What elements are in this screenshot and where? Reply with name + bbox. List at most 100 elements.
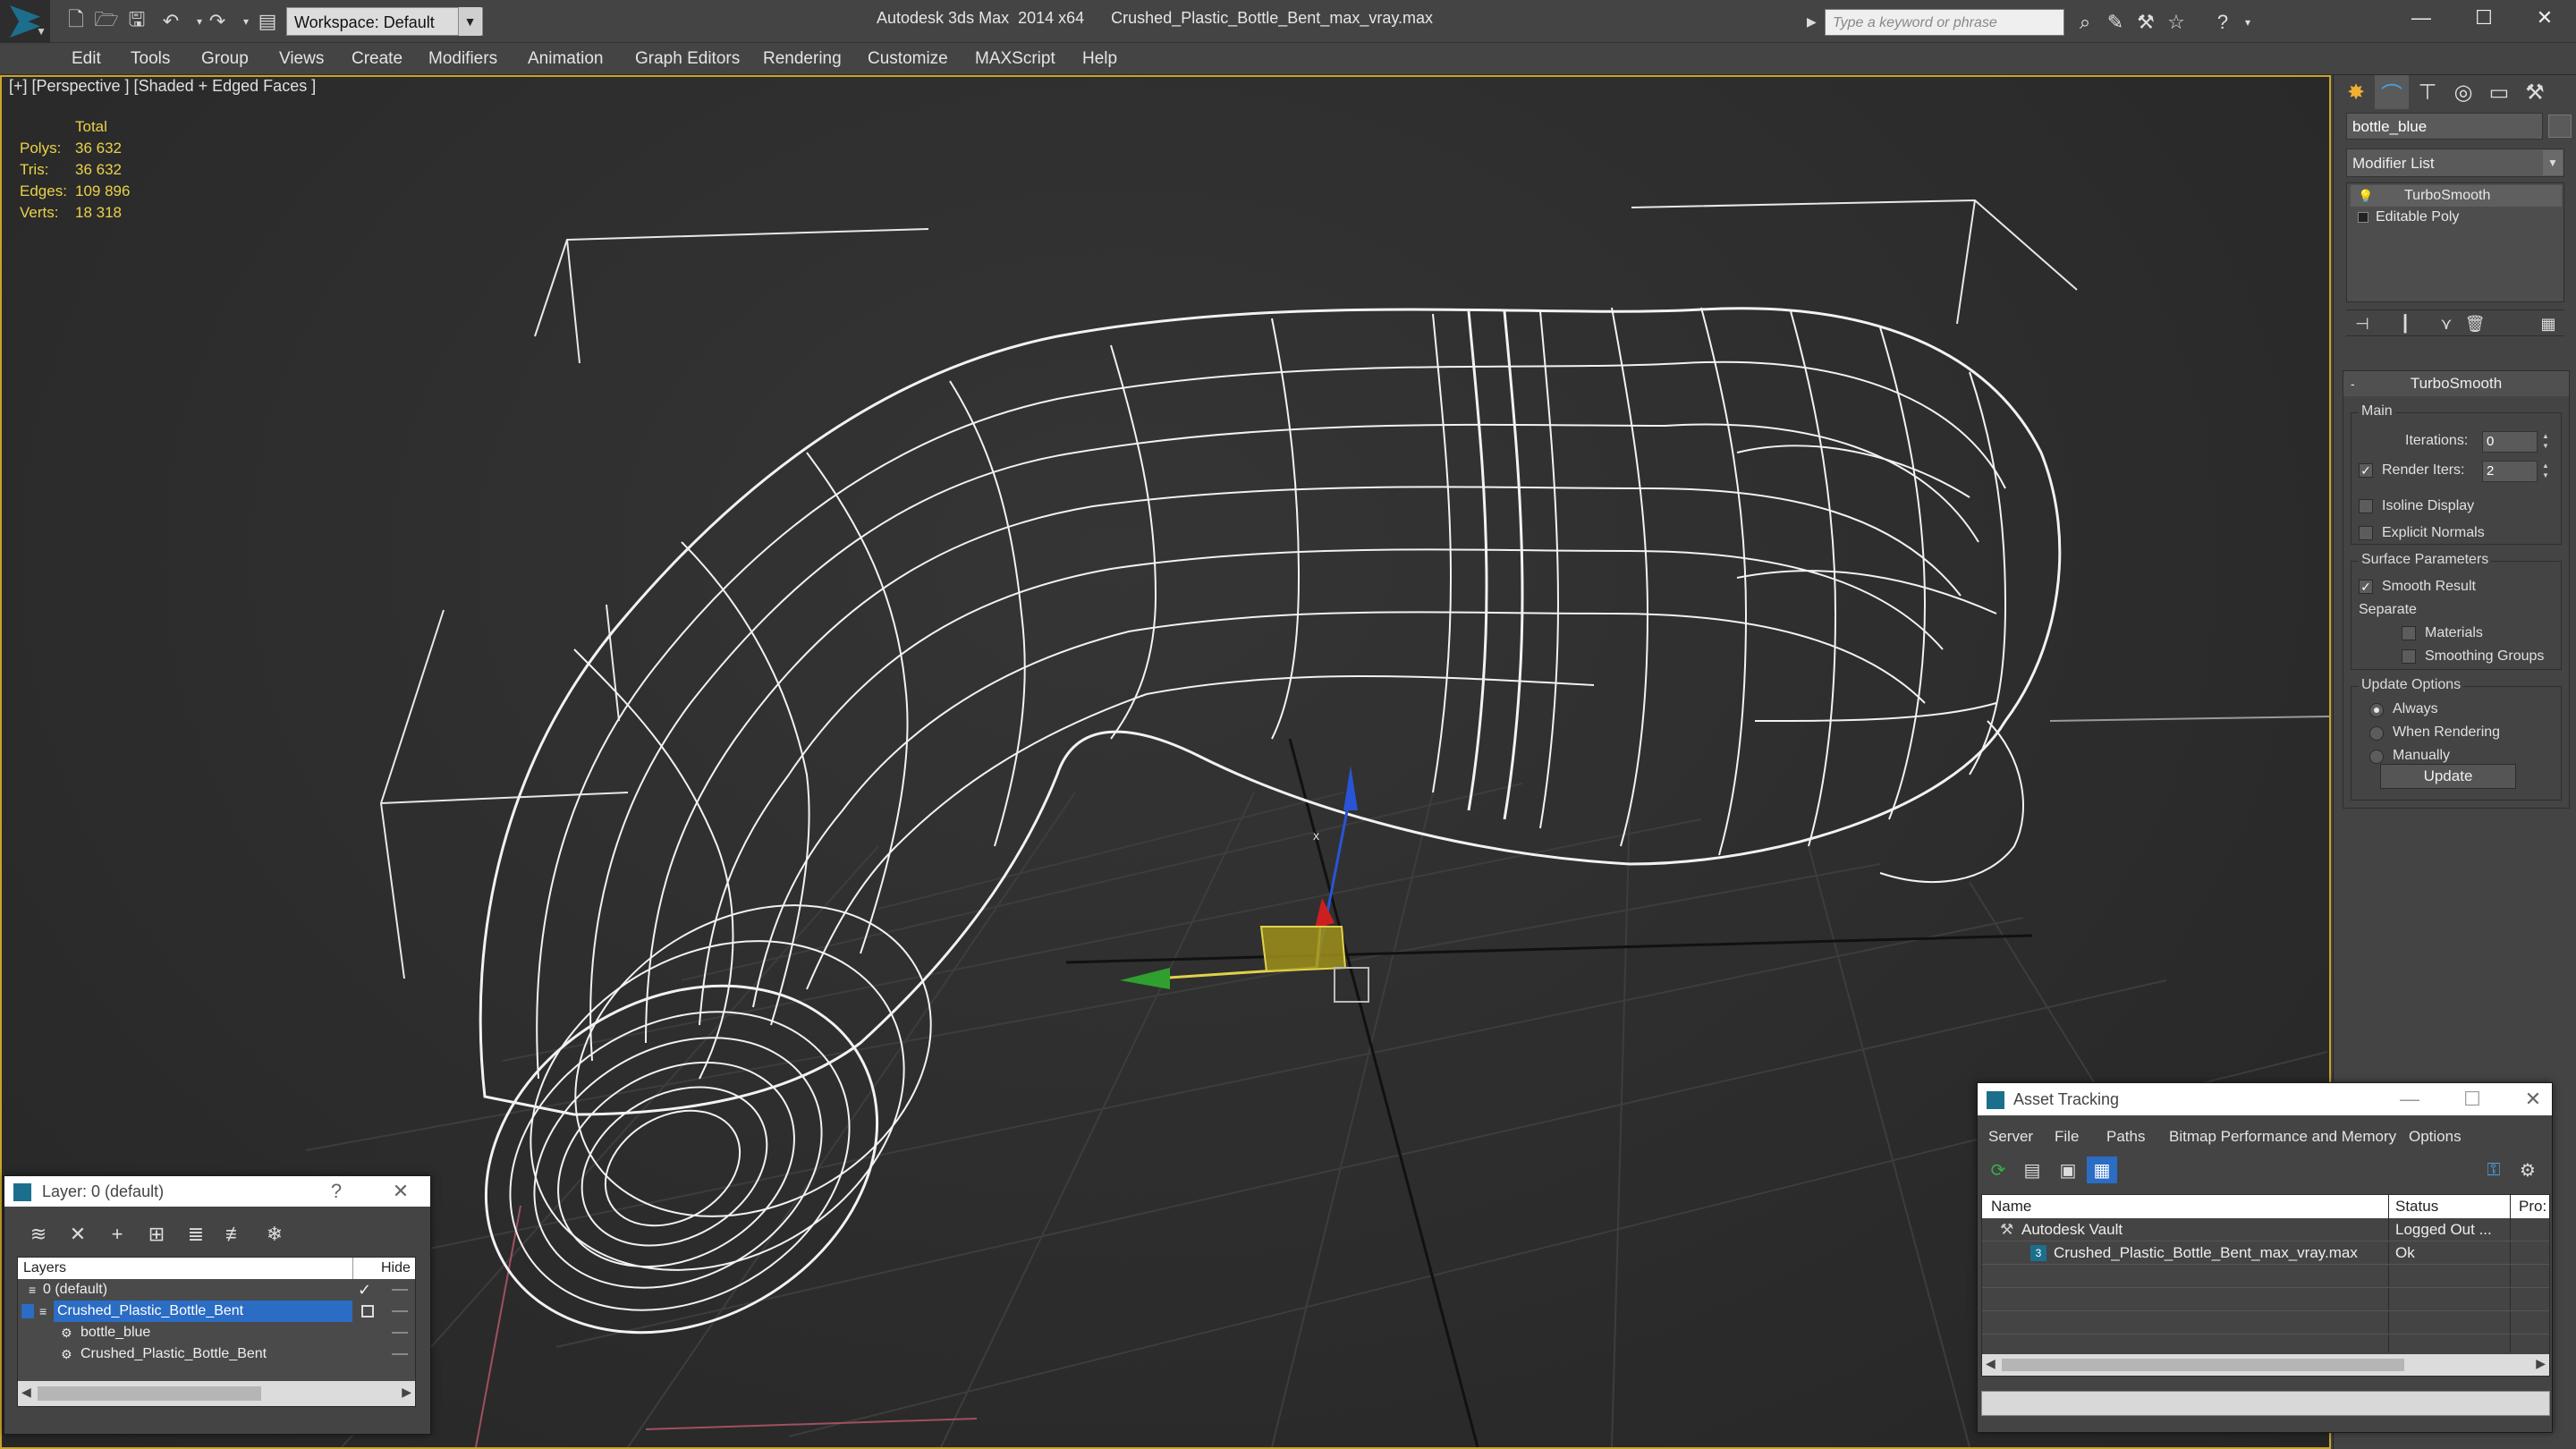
update-manually-radio[interactable]: [2369, 750, 2384, 764]
lightbulb-icon[interactable]: 💡: [2358, 185, 2373, 207]
communication-center-icon[interactable]: ✎: [2102, 10, 2129, 35]
render-iters-checkbox[interactable]: ✓: [2359, 463, 2373, 478]
layer-row[interactable]: ⚙ Crushed_Plastic_Bottle_Bent: [18, 1343, 415, 1365]
hide-toggle[interactable]: [392, 1353, 408, 1355]
app-logo-button[interactable]: ▼: [0, 0, 50, 43]
layer-row[interactable]: ≡ Crushed_Plastic_Bottle_Bent: [18, 1301, 415, 1322]
col-status[interactable]: Status: [2395, 1195, 2438, 1218]
configure-modifier-sets-icon[interactable]: ▦: [2536, 312, 2561, 335]
menu-views[interactable]: Views: [279, 43, 324, 75]
spinner-arrows-icon[interactable]: ▲ ▼: [2539, 461, 2552, 482]
search-input[interactable]: Type a keyword or phrase: [1825, 9, 2064, 36]
motion-tab-icon[interactable]: ◎: [2446, 75, 2480, 109]
asset-menu-bitmap-performance[interactable]: Bitmap Performance and Memory: [2169, 1128, 2396, 1146]
chevron-left-icon[interactable]: ◀: [21, 1385, 31, 1400]
asset-menu-file[interactable]: File: [2055, 1128, 2079, 1146]
make-unique-icon[interactable]: ⋎: [2434, 312, 2459, 335]
chevron-right-icon[interactable]: ▶: [1807, 14, 1817, 30]
maximize-button[interactable]: ☐: [2453, 0, 2515, 36]
show-end-result-icon[interactable]: ┃: [2393, 312, 2418, 335]
menu-help[interactable]: Help: [1082, 43, 1117, 75]
chevron-left-icon[interactable]: ◀: [1986, 1356, 1996, 1371]
help-dropdown-icon[interactable]: ▾: [2234, 10, 2261, 35]
freeze-all-layers-icon[interactable]: ❄: [260, 1221, 289, 1248]
hide-toggle[interactable]: [392, 1332, 408, 1334]
expand-box-icon[interactable]: [2358, 212, 2368, 223]
close-icon[interactable]: ✕: [387, 1178, 414, 1205]
hide-all-layers-icon[interactable]: ≢: [221, 1221, 250, 1248]
menu-customize[interactable]: Customize: [868, 43, 948, 75]
table-view-icon[interactable]: ▦: [2087, 1157, 2117, 1183]
iterations-spinner[interactable]: 0: [2482, 431, 2538, 453]
pin-stack-icon[interactable]: ⊣: [2350, 312, 2375, 335]
update-always-radio[interactable]: [2369, 703, 2384, 717]
close-button[interactable]: ✕: [2513, 0, 2576, 36]
rollout-header[interactable]: - TurboSmooth: [2343, 371, 2569, 396]
close-icon[interactable]: ✕: [2520, 1086, 2546, 1113]
collapse-icon[interactable]: -: [2351, 371, 2355, 396]
chevron-down-icon[interactable]: ▼: [2543, 150, 2563, 175]
create-layer-icon[interactable]: ≋: [24, 1221, 53, 1248]
thumbnail-view-icon[interactable]: ▣: [2053, 1157, 2083, 1183]
select-objects-icon[interactable]: ⊞: [142, 1221, 171, 1248]
render-iters-spinner[interactable]: 2: [2482, 461, 2538, 482]
update-when-rendering-radio[interactable]: [2369, 726, 2384, 741]
binoculars-icon[interactable]: ⌕: [2072, 10, 2098, 35]
smoothing-groups-checkbox[interactable]: [2402, 649, 2416, 664]
menu-edit[interactable]: Edit: [72, 43, 101, 75]
object-color-swatch[interactable]: [2548, 114, 2572, 138]
isoline-display-checkbox[interactable]: [2359, 499, 2373, 513]
highlight-layer-icon[interactable]: ≣: [182, 1221, 210, 1248]
asset-row[interactable]: ⚒ Autodesk Vault Logged Out ...: [1982, 1218, 2549, 1241]
menu-graph-editors[interactable]: Graph Editors: [635, 43, 740, 75]
create-tab-icon[interactable]: ✸: [2339, 75, 2373, 109]
stack-item-editable-poly[interactable]: Editable Poly: [2351, 207, 2562, 228]
help-icon[interactable]: ?: [323, 1178, 350, 1205]
update-button[interactable]: Update: [2380, 764, 2516, 789]
asset-menu-server[interactable]: Server: [1988, 1128, 2033, 1146]
project-folder-icon[interactable]: ▤: [254, 9, 281, 34]
menu-animation[interactable]: Animation: [528, 43, 604, 75]
scrollbar-thumb[interactable]: [38, 1386, 261, 1401]
display-tab-icon[interactable]: ▭: [2482, 75, 2516, 109]
horizontal-scrollbar[interactable]: ◀ ▶: [18, 1381, 415, 1406]
minimize-button[interactable]: —: [2390, 0, 2453, 36]
hide-toggle[interactable]: [392, 1310, 408, 1312]
menu-create[interactable]: Create: [352, 43, 402, 75]
new-file-icon[interactable]: 🗋: [63, 8, 89, 34]
viewport-label-menu[interactable]: [+] [Perspective ] [Shaded + Edged Faces…: [9, 77, 316, 96]
asset-row[interactable]: 3 Crushed_Plastic_Bottle_Bent_max_vray.m…: [1982, 1241, 2549, 1265]
vault-login-icon[interactable]: ⚿: [2479, 1157, 2509, 1183]
explicit-normals-checkbox[interactable]: [2359, 526, 2373, 540]
maximize-icon[interactable]: ☐: [2459, 1086, 2486, 1113]
refresh-icon[interactable]: ⟳: [1983, 1157, 2013, 1183]
menu-group[interactable]: Group: [201, 43, 249, 75]
object-name-field[interactable]: bottle_blue: [2346, 113, 2543, 140]
vault-settings-icon[interactable]: ⚙: [2512, 1157, 2543, 1183]
layer-row[interactable]: ⚙ bottle_blue: [18, 1322, 415, 1343]
modify-tab-icon[interactable]: ⌒: [2375, 75, 2409, 109]
modifier-list-dropdown[interactable]: Modifier List: [2346, 148, 2564, 177]
spinner-arrows-icon[interactable]: ▲ ▼: [2539, 431, 2552, 453]
col-hide[interactable]: Hide: [381, 1258, 411, 1279]
layer-row[interactable]: 0 (default) ≡ ✓: [18, 1279, 415, 1301]
utilities-tab-icon[interactable]: ⚒: [2518, 75, 2552, 109]
chevron-down-icon[interactable]: ▼: [458, 7, 481, 36]
current-layer-box-icon[interactable]: [361, 1305, 374, 1318]
hide-toggle[interactable]: [392, 1289, 408, 1291]
save-file-icon[interactable]: 🖫: [123, 8, 150, 34]
move-gizmo[interactable]: [1120, 766, 1369, 1003]
add-to-layer-icon[interactable]: +: [103, 1221, 131, 1248]
chevron-right-icon[interactable]: ▶: [402, 1385, 411, 1400]
undo-icon[interactable]: ↶: [157, 9, 184, 34]
favorites-star-icon[interactable]: ☆: [2163, 10, 2190, 35]
asset-menu-paths[interactable]: Paths: [2106, 1128, 2145, 1146]
menu-rendering[interactable]: Rendering: [763, 43, 842, 75]
smooth-result-checkbox[interactable]: ✓: [2359, 580, 2373, 594]
active-layer-check-icon[interactable]: ✓: [358, 1279, 371, 1301]
stack-item-turbosmooth[interactable]: 💡 TurboSmooth: [2351, 185, 2562, 207]
list-view-icon[interactable]: ▤: [2017, 1157, 2047, 1183]
dialog-title-bar[interactable]: Layer: 0 (default): [4, 1176, 430, 1207]
scrollbar-thumb[interactable]: [2002, 1359, 2404, 1371]
col-pro[interactable]: Pro:: [2519, 1195, 2546, 1218]
